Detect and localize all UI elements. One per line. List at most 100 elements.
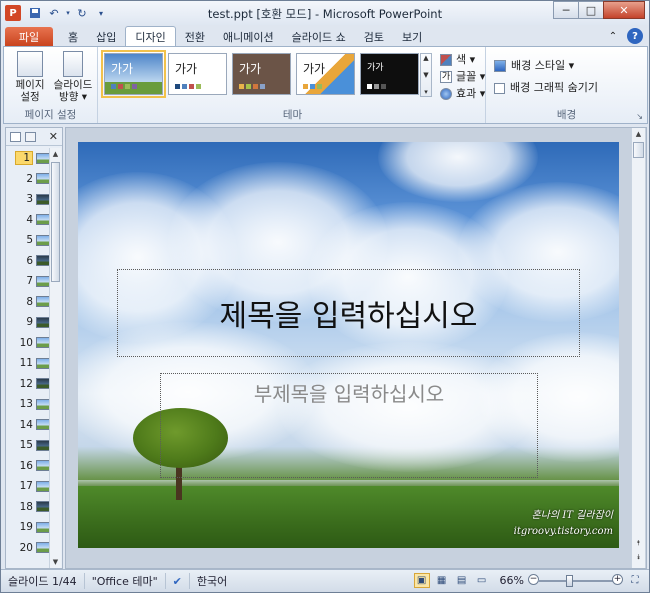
slide-thumbnail-icon[interactable] xyxy=(36,193,50,205)
slide-thumbnail-item[interactable]: 12 xyxy=(8,374,50,395)
slide-thumbnail-icon[interactable] xyxy=(36,173,50,185)
save-icon[interactable] xyxy=(27,5,43,21)
slide-thumbnail-icon[interactable] xyxy=(36,234,50,246)
slide-thumbnail-item[interactable]: 10 xyxy=(8,333,50,354)
subtitle-placeholder[interactable]: 부제목을 입력하십시오 xyxy=(160,373,538,478)
customize-qat-icon[interactable]: ▾ xyxy=(93,5,109,21)
slide-thumbnail-item[interactable]: 4 xyxy=(8,210,50,231)
theme-thumbnail-5[interactable]: 가가 xyxy=(360,53,419,95)
slide-thumbnail-item[interactable]: 9 xyxy=(8,312,50,333)
slide-thumbnail-icon[interactable] xyxy=(36,337,50,349)
slide-thumbnail-icon[interactable] xyxy=(36,439,50,451)
slide-thumbnail-icon[interactable] xyxy=(36,419,50,431)
slide-thumbnail-item[interactable]: 1 xyxy=(8,148,50,169)
slide-sorter-icon[interactable]: ▦ xyxy=(434,573,450,588)
slide-thumbnail-item[interactable]: 13 xyxy=(8,394,50,415)
page-setup-button[interactable]: 페이지 설정 xyxy=(10,51,50,103)
slide-thumbnail-icon[interactable] xyxy=(36,501,50,513)
theme-effects-button[interactable]: 효과 ▾ xyxy=(440,85,485,102)
slideshow-icon[interactable]: ▭ xyxy=(474,573,490,588)
tab-home[interactable]: 홈 xyxy=(59,27,87,47)
reading-view-icon[interactable]: ▤ xyxy=(454,573,470,588)
title-placeholder[interactable]: 제목을 입력하십시오 xyxy=(117,269,580,357)
help-icon[interactable]: ? xyxy=(627,28,643,44)
scroll-thumb[interactable] xyxy=(51,162,60,282)
tab-animations[interactable]: 애니메이션 xyxy=(214,27,283,47)
slide-thumbnail-icon[interactable] xyxy=(36,521,50,533)
theme-name[interactable]: "Office 테마" xyxy=(85,573,166,589)
outline-tab-icon[interactable] xyxy=(25,131,36,142)
language[interactable]: 한국어 xyxy=(190,573,234,589)
tab-review[interactable]: 검토 xyxy=(355,27,393,47)
undo-dropdown-icon[interactable]: ▾ xyxy=(65,5,71,21)
scroll-up-icon[interactable]: ▲ xyxy=(50,150,61,158)
previous-slide-icon[interactable]: ⯭ xyxy=(632,539,645,548)
tab-transitions[interactable]: 전환 xyxy=(176,27,214,47)
slide-thumbnail-item[interactable]: 5 xyxy=(8,230,50,251)
slide-thumbnail-icon[interactable] xyxy=(36,480,50,492)
slides-tab-icon[interactable] xyxy=(10,131,21,142)
theme-thumbnail-2[interactable]: 가가 xyxy=(168,53,227,95)
slide-thumbnail-item[interactable]: 16 xyxy=(8,456,50,477)
slide-thumbnail-item[interactable]: 3 xyxy=(8,189,50,210)
checkbox-icon[interactable] xyxy=(494,82,505,94)
slide-orientation-button[interactable]: 슬라이드 방향 ▾ xyxy=(52,51,94,103)
hide-background-graphics-checkbox[interactable]: 배경 그래픽 숨기기 xyxy=(494,77,598,99)
slide-thumbnail-icon[interactable] xyxy=(36,275,50,287)
gallery-up-icon[interactable]: ▲ xyxy=(423,54,428,62)
slide-thumbnail-item[interactable]: 15 xyxy=(8,435,50,456)
zoom-knob[interactable] xyxy=(565,574,573,587)
normal-view-icon[interactable]: ▣ xyxy=(413,573,430,588)
scroll-down-icon[interactable]: ▼ xyxy=(50,558,61,566)
slide-canvas[interactable]: 제목을 입력하십시오 부제목을 입력하십시오 혼나의 IT 길라잡이 itgro… xyxy=(78,142,619,548)
tab-slideshow[interactable]: 슬라이드 쇼 xyxy=(283,27,355,47)
scroll-up-icon[interactable]: ▲ xyxy=(632,130,645,138)
close-button[interactable]: ✕ xyxy=(603,1,645,19)
slide-thumbnail-icon[interactable] xyxy=(36,296,50,308)
theme-thumbnail-1[interactable]: 가가 xyxy=(101,50,166,98)
slides-pane-scrollbar[interactable]: ▲ ▼ xyxy=(49,148,61,568)
theme-fonts-button[interactable]: 가 글꼴 ▾ xyxy=(440,68,485,85)
slide-thumbnail-icon[interactable] xyxy=(36,316,50,328)
slide-thumbnail-icon[interactable] xyxy=(36,542,50,554)
zoom-slider[interactable]: − + xyxy=(528,573,623,588)
gallery-down-icon[interactable]: ▼ xyxy=(423,71,428,79)
powerpoint-app-icon[interactable]: P xyxy=(5,5,21,21)
slide-thumbnail-item[interactable]: 20 xyxy=(8,538,50,559)
theme-gallery-scroll[interactable]: ▲ ▼ ▾ xyxy=(420,53,432,97)
minimize-ribbon-icon[interactable]: ⌃ xyxy=(605,28,621,44)
slide-thumbnail-item[interactable]: 14 xyxy=(8,415,50,436)
slide-thumbnail-icon[interactable] xyxy=(36,378,50,390)
slide-thumbnail-item[interactable]: 8 xyxy=(8,292,50,313)
slide-thumbnail-icon[interactable] xyxy=(36,152,50,164)
tab-file[interactable]: 파일 xyxy=(5,27,53,47)
minimize-button[interactable]: ─ xyxy=(553,1,579,19)
spell-check-icon[interactable]: ✔ xyxy=(166,573,190,589)
scroll-thumb[interactable] xyxy=(633,142,644,158)
tab-design[interactable]: 디자인 xyxy=(125,26,176,47)
slide-thumbnail-icon[interactable] xyxy=(36,255,50,267)
slide-thumbnail-item[interactable]: 11 xyxy=(8,353,50,374)
dialog-launcher-icon[interactable]: ↘ xyxy=(636,112,643,121)
slide-thumbnail-icon[interactable] xyxy=(36,460,50,472)
slide-thumbnail-icon[interactable] xyxy=(36,398,50,410)
slide-thumbnail-item[interactable]: 2 xyxy=(8,169,50,190)
theme-thumbnail-3[interactable]: 가가 xyxy=(232,53,291,95)
theme-colors-button[interactable]: 색 ▾ xyxy=(440,51,485,68)
slide-thumbnail-item[interactable]: 7 xyxy=(8,271,50,292)
slide-thumbnail-item[interactable]: 17 xyxy=(8,476,50,497)
undo-icon[interactable]: ↶ xyxy=(46,5,62,21)
slide-thumbnail-icon[interactable] xyxy=(36,214,50,226)
maximize-button[interactable]: □ xyxy=(578,1,604,19)
close-pane-icon[interactable]: ✕ xyxy=(49,130,58,143)
slide-thumbnail-item[interactable]: 19 xyxy=(8,517,50,538)
redo-icon[interactable]: ↻ xyxy=(74,5,90,21)
tab-view[interactable]: 보기 xyxy=(393,27,431,47)
theme-thumbnail-4[interactable]: 가가 xyxy=(296,53,355,95)
slide-vertical-scrollbar[interactable]: ▲ ⯭ ⯯ xyxy=(631,128,645,568)
tab-insert[interactable]: 삽입 xyxy=(87,27,125,47)
gallery-more-icon[interactable]: ▾ xyxy=(424,88,428,96)
slide-thumbnail-item[interactable]: 6 xyxy=(8,251,50,272)
zoom-in-icon[interactable]: + xyxy=(612,573,623,585)
background-styles-button[interactable]: 배경 스타일 ▾ xyxy=(494,55,598,77)
